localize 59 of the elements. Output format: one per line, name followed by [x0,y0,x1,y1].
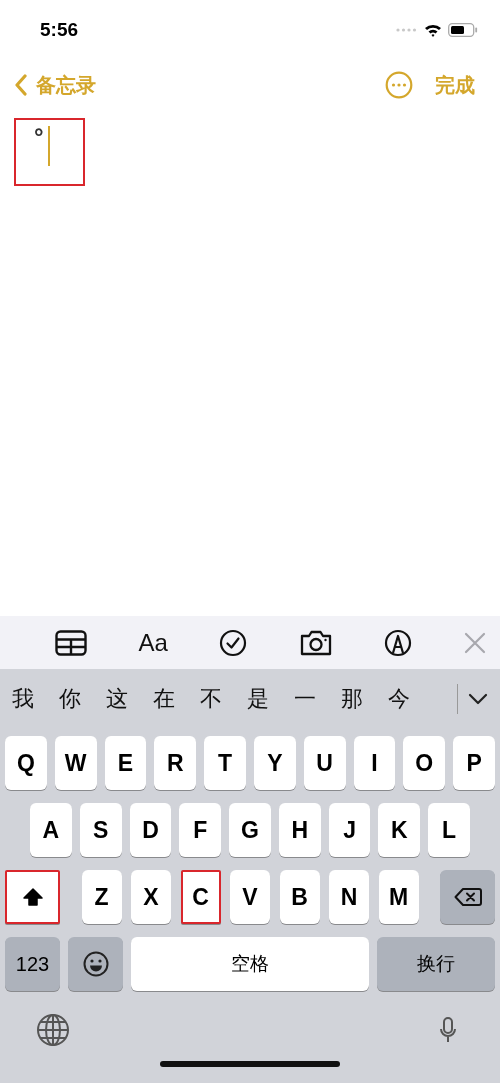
letter-key[interactable]: R [154,736,197,790]
letter-key[interactable]: U [303,736,346,790]
text-cursor [47,126,50,166]
candidate-word[interactable]: 你 [59,684,81,714]
letter-key[interactable]: I [353,736,396,790]
delete-key[interactable] [440,870,495,924]
letter-key[interactable]: P [453,736,495,790]
checklist-icon[interactable] [219,628,248,657]
letter-key[interactable]: A [30,803,72,857]
microphone-icon[interactable] [440,1017,456,1043]
globe-icon[interactable] [36,1013,70,1047]
letter-key[interactable]: N [329,870,369,924]
letter-key[interactable]: Z [81,870,122,924]
candidate-word[interactable]: 一 [294,684,316,714]
note-text: ° [34,126,44,148]
letter-key[interactable]: T [204,736,246,790]
format-button[interactable]: Aa [138,628,168,657]
letter-key[interactable]: D [129,803,172,857]
letter-key[interactable]: C [180,870,221,924]
letter-key[interactable]: X [131,870,171,924]
pen-icon[interactable] [384,628,413,657]
letter-key[interactable]: L [428,803,471,857]
emoji-key[interactable] [68,937,123,991]
letter-key[interactable]: H [278,803,321,857]
letter-key[interactable]: W [54,736,97,790]
signal-icon [396,28,418,32]
status-time: 5:56 [40,19,79,41]
candidate-word[interactable]: 我 [12,684,34,714]
candidate-word[interactable]: 在 [153,684,175,714]
letter-key[interactable]: M [378,870,419,924]
candidate-word[interactable]: 这 [106,684,128,714]
camera-icon[interactable] [298,629,333,656]
letter-key[interactable]: S [79,803,122,857]
letter-key[interactable]: E [104,736,147,790]
letter-key[interactable]: B [279,870,320,924]
letter-key[interactable]: Q [5,736,47,790]
letter-key[interactable]: F [179,803,222,857]
smiley-icon [82,951,109,977]
space-key[interactable]: 空格 [131,937,369,991]
candidate-word[interactable]: 今 [388,684,410,714]
arrow-up-icon [22,888,43,906]
letter-key[interactable]: O [403,736,446,790]
letter-key[interactable]: J [328,803,371,857]
candidate-word[interactable]: 那 [341,684,363,714]
letter-key[interactable]: V [230,870,270,924]
numbers-key[interactable]: 123 [5,937,60,991]
shift-key[interactable] [5,870,60,924]
wifi-icon [424,23,442,37]
chevron-left-icon [14,74,28,96]
letter-key[interactable]: K [378,803,421,857]
battery-icon [448,23,478,37]
table-icon[interactable] [55,629,87,656]
chevron-down-icon[interactable] [468,693,488,705]
letter-key[interactable]: Y [254,736,296,790]
return-key[interactable]: 换行 [377,937,495,991]
candidate-word[interactable]: 是 [247,684,269,714]
candidate-word[interactable]: 不 [200,684,222,714]
backspace-icon [453,887,482,907]
letter-key[interactable]: G [229,803,271,857]
